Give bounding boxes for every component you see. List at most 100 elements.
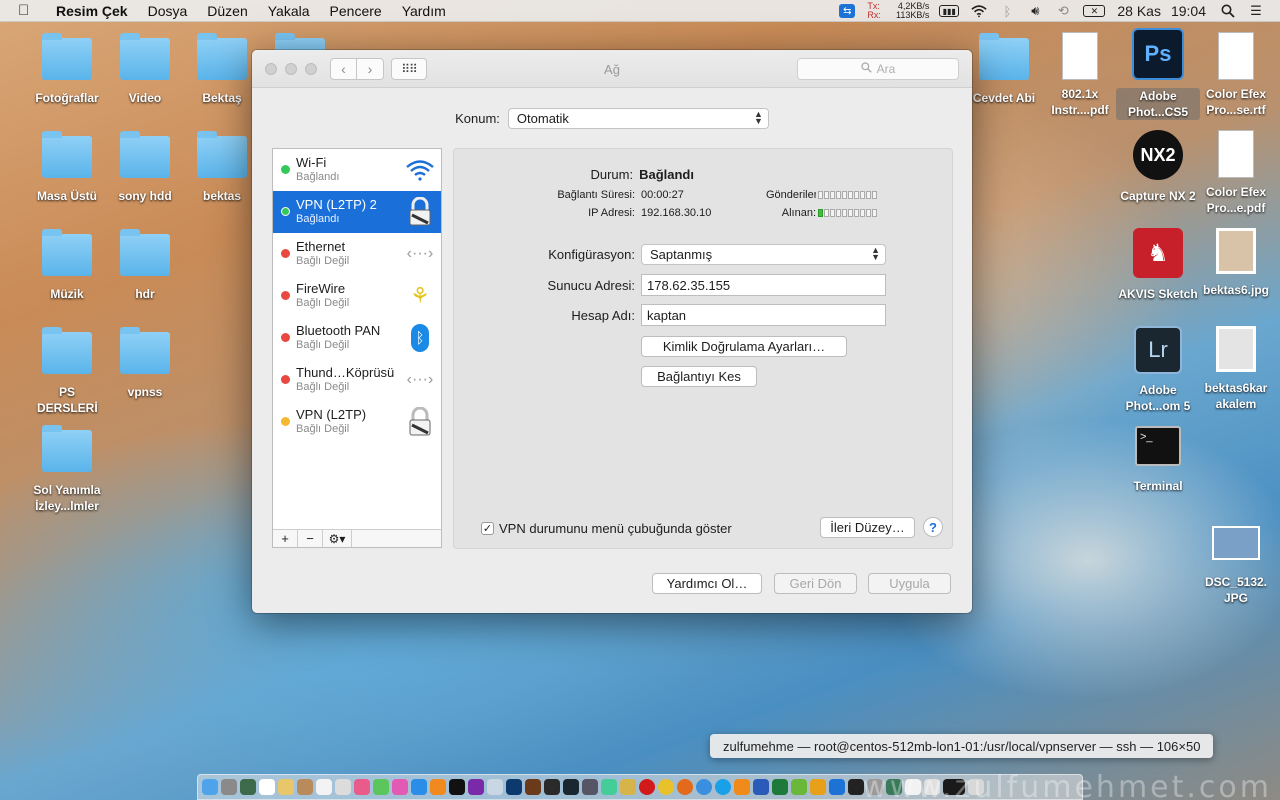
- gear-menu-button[interactable]: ⚙▾: [323, 530, 352, 547]
- notes-icon[interactable]: [278, 779, 294, 795]
- skype-icon[interactable]: [715, 779, 731, 795]
- wifi-icon[interactable]: [971, 4, 987, 18]
- reminders-icon[interactable]: [316, 779, 332, 795]
- authentication-settings-button[interactable]: Kimlik Doğrulama Ayarları…: [641, 336, 847, 357]
- help-button[interactable]: ?: [923, 517, 943, 537]
- desktop-file-bektas6[interactable]: bektas6.jpg: [1194, 228, 1278, 298]
- desktop-file-dsc5132[interactable]: DSC_5132. JPG: [1194, 526, 1278, 606]
- firefox-icon[interactable]: [677, 779, 693, 795]
- service-item-bluetooth-pan[interactable]: Bluetooth PAN Bağlı Değil ᛒ: [273, 317, 441, 359]
- menu-app-name[interactable]: Resim Çek: [56, 3, 128, 19]
- location-value: Otomatik: [516, 111, 569, 126]
- vlc-icon[interactable]: [734, 779, 750, 795]
- desktop-folder-sol-yanimla[interactable]: Sol Yanımla İzley...lmler: [25, 425, 109, 514]
- service-item-ethernet[interactable]: Ethernet Bağlı Değil ‹···›: [273, 233, 441, 275]
- add-service-button[interactable]: +: [273, 530, 298, 547]
- itunes-icon[interactable]: [392, 779, 408, 795]
- desktop-file-bektas6karakalem[interactable]: bektas6kar akalem: [1194, 326, 1278, 412]
- service-item-vpn-l2tp-2[interactable]: VPN (L2TP) 2 Bağlandı: [273, 191, 441, 233]
- menubar-clock[interactable]: 19:04: [1171, 3, 1206, 19]
- remove-service-button[interactable]: −: [298, 530, 323, 547]
- revert-button[interactable]: Geri Dön: [774, 573, 857, 594]
- bridge-dock-icon[interactable]: [525, 779, 541, 795]
- chrome-icon[interactable]: [658, 779, 674, 795]
- desktop-folder-muzik[interactable]: Müzik: [25, 229, 109, 302]
- desktop-app-capture-nx2[interactable]: NX2 Capture NX 2: [1116, 130, 1200, 204]
- utility-icon[interactable]: [601, 779, 617, 795]
- desktop-file-color-efex-rtf[interactable]: Color Efex Pro...se.rtf: [1194, 32, 1278, 118]
- ibooks-icon[interactable]: [430, 779, 446, 795]
- plex-icon[interactable]: [810, 779, 826, 795]
- desktop-folder-ps-dersleri[interactable]: PS DERSLERİ: [25, 327, 109, 416]
- menu-pencere[interactable]: Pencere: [330, 3, 382, 19]
- menu-dosya[interactable]: Dosya: [148, 3, 188, 19]
- show-vpn-status-checkbox[interactable]: ✓: [481, 522, 494, 535]
- photos-icon[interactable]: [354, 779, 370, 795]
- desktop-icon-label: 802.1x Instr....pdf: [1051, 87, 1109, 117]
- menu-yardim[interactable]: Yardım: [402, 3, 446, 19]
- torrent-icon[interactable]: [791, 779, 807, 795]
- menu-yakala[interactable]: Yakala: [268, 3, 310, 19]
- media-icon[interactable]: [468, 779, 484, 795]
- desktop-folder-sony-hdd[interactable]: sony hdd: [103, 131, 187, 204]
- battery-meter-icon[interactable]: ▮▮▮: [939, 5, 960, 17]
- finder-icon[interactable]: [202, 779, 218, 795]
- app-store-icon[interactable]: [411, 779, 427, 795]
- bluetooth-icon[interactable]: ᛒ: [999, 4, 1015, 19]
- configuration-select[interactable]: Saptanmış ▲ ▼: [641, 244, 886, 265]
- textedit-icon[interactable]: [335, 779, 351, 795]
- safari-icon[interactable]: [696, 779, 712, 795]
- desktop-folder-hdr[interactable]: hdr: [103, 229, 187, 302]
- excel-icon[interactable]: [772, 779, 788, 795]
- desktop-file-802-1x[interactable]: 802.1x Instr....pdf: [1038, 32, 1122, 118]
- image-capture-icon[interactable]: [582, 779, 598, 795]
- server-address-field[interactable]: 178.62.35.155: [641, 274, 886, 296]
- desktop-folder-video[interactable]: Video: [103, 33, 187, 106]
- advanced-button[interactable]: İleri Düzey…: [820, 517, 915, 538]
- apply-button[interactable]: Uygula: [868, 573, 951, 594]
- desktop-app-akvis-sketch[interactable]: ♞ AKVIS Sketch: [1116, 228, 1200, 302]
- location-select[interactable]: Otomatik ▲ ▼: [507, 108, 769, 129]
- service-item-vpn-l2tp[interactable]: VPN (L2TP) Bağlı Değil: [273, 401, 441, 443]
- volume-icon[interactable]: 🔊︎: [1027, 3, 1043, 18]
- battery-icon[interactable]: ✕: [1083, 5, 1106, 17]
- desktop-folder-cevdet-abi[interactable]: Cevdet Abi: [962, 33, 1046, 106]
- contacts-icon[interactable]: [297, 779, 313, 795]
- time-machine-icon[interactable]: ⟲: [1055, 3, 1071, 18]
- notification-center-icon[interactable]: ☰: [1248, 3, 1264, 18]
- search-input[interactable]: Ara: [797, 58, 959, 80]
- teamviewer-icon[interactable]: ⇆: [839, 4, 856, 18]
- desktop-icon-label: Color Efex Pro...e.pdf: [1205, 185, 1266, 215]
- desktop-folder-masa-ustu[interactable]: Masa Üstü: [25, 131, 109, 204]
- desktop-file-color-efex-pdf[interactable]: Color Efex Pro...e.pdf: [1194, 130, 1278, 216]
- mission-control-icon[interactable]: [240, 779, 256, 795]
- calendar-icon[interactable]: [259, 779, 275, 795]
- desktop-app-photoshop-cs5[interactable]: Ps Adobe Phot...CS5: [1116, 28, 1200, 120]
- network-rate[interactable]: Tx: 4,2KB/s Rx: 113KB/s: [867, 2, 929, 20]
- launchpad-icon[interactable]: [221, 779, 237, 795]
- desktop-app-terminal[interactable]: >_ Terminal: [1116, 426, 1200, 494]
- service-item-thunderbolt-bridge[interactable]: Thund…Köprüsü Bağlı Değil ‹···›: [273, 359, 441, 401]
- desktop-app-lightroom[interactable]: Lr Adobe Phot...om 5: [1116, 326, 1200, 414]
- service-item-firewire[interactable]: FireWire Bağlı Değil ⚘: [273, 275, 441, 317]
- messages-icon[interactable]: [373, 779, 389, 795]
- menubar-date[interactable]: 28 Kas: [1117, 3, 1161, 19]
- photoshop-dock-icon[interactable]: [506, 779, 522, 795]
- capture-nx-dock-icon[interactable]: [449, 779, 465, 795]
- account-name-field[interactable]: kaptan: [641, 304, 886, 326]
- tool-icon[interactable]: [620, 779, 636, 795]
- spotlight-search-icon[interactable]: [1220, 4, 1236, 18]
- service-item-wifi[interactable]: Wi-Fi Bağlandı: [273, 149, 441, 191]
- apple-menu-icon[interactable]: : [18, 2, 40, 19]
- preview-icon[interactable]: [487, 779, 503, 795]
- desktop-folder-vpnss[interactable]: vpnss: [103, 327, 187, 400]
- opera-icon[interactable]: [639, 779, 655, 795]
- desktop-folder-fotograflar[interactable]: Fotoğraflar: [25, 33, 109, 106]
- teamviewer-dock-icon[interactable]: [829, 779, 845, 795]
- lightroom-dock-icon[interactable]: [563, 779, 579, 795]
- disconnect-button[interactable]: Bağlantıyı Kes: [641, 366, 757, 387]
- menu-duzen[interactable]: Düzen: [207, 3, 247, 19]
- camera-raw-icon[interactable]: [544, 779, 560, 795]
- assist-me-button[interactable]: Yardımcı Ol…: [652, 573, 762, 594]
- word-icon[interactable]: [753, 779, 769, 795]
